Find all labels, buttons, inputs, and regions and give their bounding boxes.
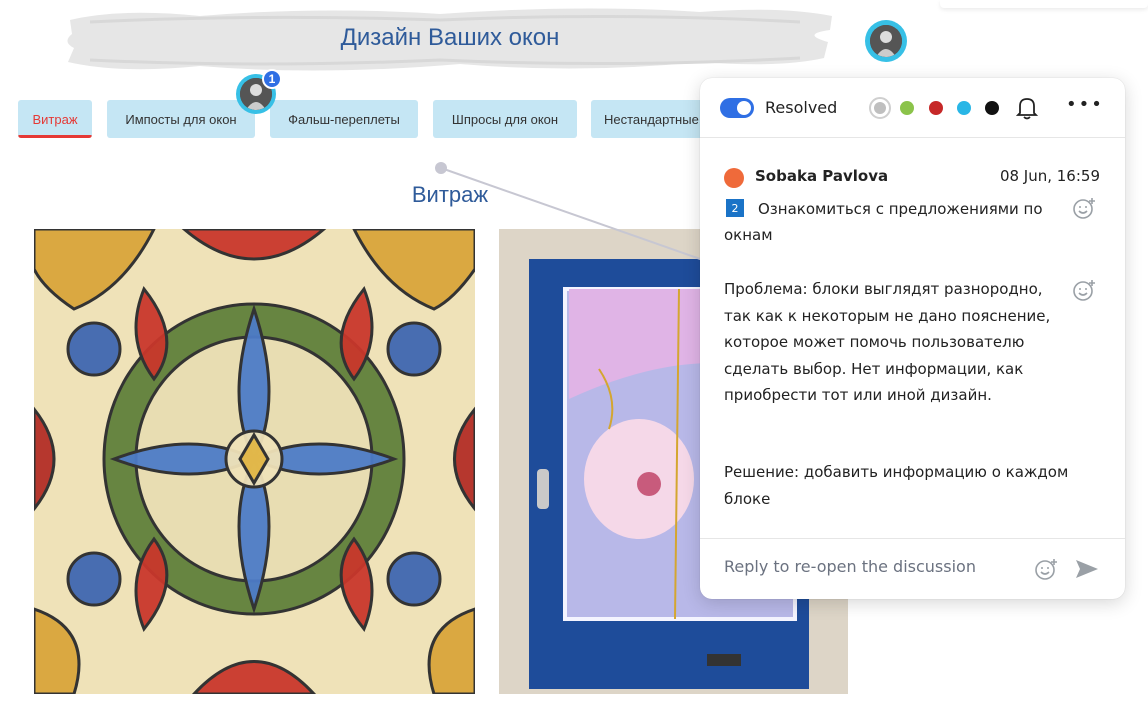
stained-glass-image: [34, 229, 475, 694]
tab-muntins[interactable]: Шпросы для окон: [433, 100, 577, 138]
color-option-red[interactable]: [929, 101, 943, 115]
send-icon[interactable]: [1074, 557, 1098, 581]
comment-author-avatar[interactable]: [865, 20, 907, 62]
color-option-gray[interactable]: [869, 97, 891, 119]
tab-false-mullions[interactable]: Фальш-переплеты: [270, 100, 418, 138]
tab-imposts[interactable]: Импосты для окон: [107, 100, 255, 138]
resolved-toggle[interactable]: [720, 98, 754, 118]
reply-input[interactable]: [724, 557, 1004, 576]
color-option-blue[interactable]: [957, 101, 971, 115]
reply-bar: [700, 538, 1125, 599]
panel-edge: [940, 0, 1148, 8]
comment-solution-text: Решение: добавить информацию о каждом бл…: [724, 463, 1069, 508]
emoji-add-icon[interactable]: [1072, 278, 1096, 302]
bell-icon[interactable]: [1015, 96, 1039, 124]
more-icon[interactable]: •••: [1066, 94, 1104, 115]
resolved-label: Resolved: [765, 98, 838, 117]
comment-author: Sobaka Pavlova: [755, 167, 889, 185]
comment-problem-text: Проблема: блоки выглядят разнородно, так…: [724, 280, 1051, 404]
tab-vitrazh[interactable]: Витраж: [18, 100, 92, 138]
color-option-green[interactable]: [900, 101, 914, 115]
color-option-black[interactable]: [985, 101, 999, 115]
emoji-add-icon[interactable]: [1072, 196, 1096, 220]
comment-panel-header: Resolved •••: [700, 78, 1125, 138]
page-title: Дизайн Ваших окон: [340, 24, 560, 51]
emoji-add-icon[interactable]: [1034, 557, 1058, 581]
marker-count-badge: 1: [262, 69, 282, 89]
comment-panel: Resolved ••• Sobaka Pavlova 08 Jun, 16:5…: [700, 78, 1125, 599]
section-title: Витраж: [411, 182, 489, 207]
comment-title-text: Ознакомиться с предложениями по окнам: [724, 200, 1043, 244]
comment-timestamp: 08 Jun, 16:59: [999, 167, 1100, 185]
author-icon: [724, 168, 744, 188]
avatar: [870, 25, 902, 57]
